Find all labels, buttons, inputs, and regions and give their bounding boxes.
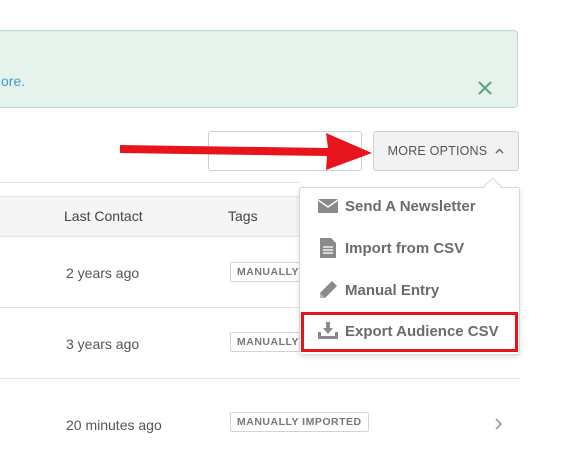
pencil-icon (317, 280, 339, 300)
chevron-up-icon (495, 146, 504, 157)
menu-item-label: Manual Entry (345, 281, 440, 299)
divider (0, 182, 300, 183)
envelope-icon (317, 196, 339, 216)
document-icon (317, 238, 339, 258)
last-contact-cell: 20 minutes ago (66, 417, 162, 433)
annotation-highlight-box (301, 312, 518, 352)
column-header-last-contact[interactable]: Last Contact (64, 208, 143, 224)
column-header-tags[interactable]: Tags (228, 208, 258, 224)
close-icon[interactable] (476, 79, 494, 97)
alert-link-text[interactable]: ore. (1, 73, 25, 89)
more-options-label: MORE OPTIONS (387, 144, 488, 158)
menu-item-label: Send A Newsletter (345, 197, 476, 215)
menu-item-label: Import from CSV (345, 239, 465, 257)
last-contact-cell: 3 years ago (66, 336, 140, 352)
menu-item-import-csv[interactable]: Import from CSV (300, 228, 518, 268)
tag-badge: MANUALLY (230, 262, 306, 282)
more-options-button[interactable]: MORE OPTIONS (373, 131, 519, 171)
chevron-right-icon[interactable] (494, 414, 503, 435)
tag-badge: MANUALLY IMPORTED (230, 412, 369, 432)
annotation-arrow (120, 133, 372, 170)
divider (0, 378, 520, 379)
last-contact-cell: 2 years ago (66, 265, 140, 281)
menu-item-manual-entry[interactable]: Manual Entry (300, 270, 518, 310)
success-alert: ore. (0, 30, 518, 108)
tag-badge: MANUALLY (230, 332, 306, 352)
menu-item-send-newsletter[interactable]: Send A Newsletter (300, 186, 518, 226)
